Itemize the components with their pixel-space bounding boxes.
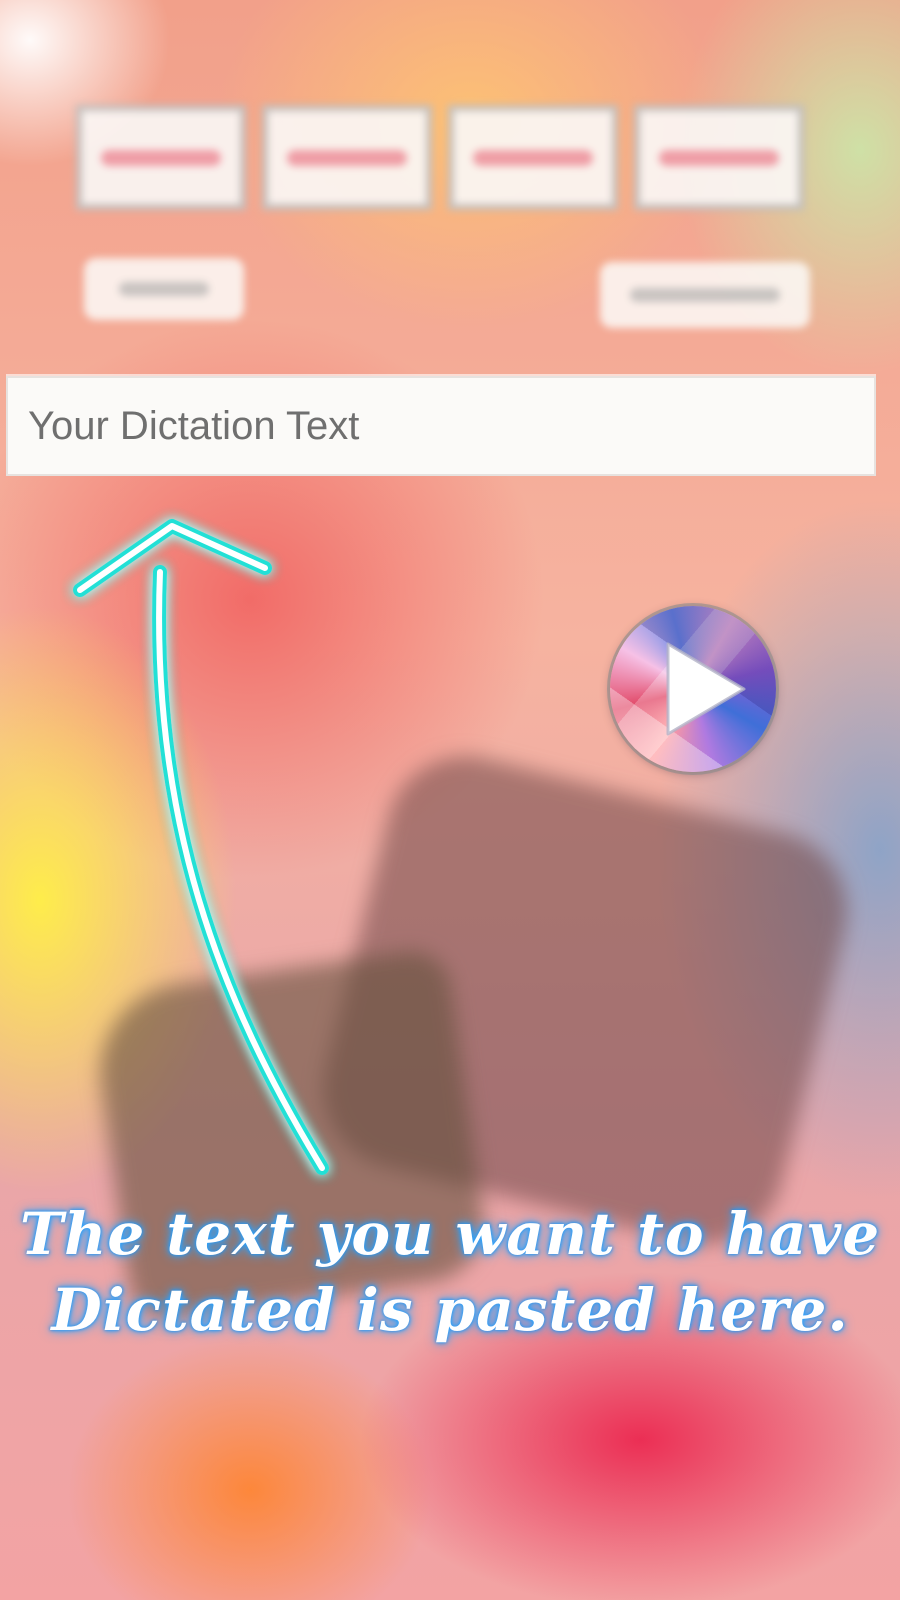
tutorial-caption-line-1: The text you want to have: [20, 1200, 881, 1268]
play-button[interactable]: [610, 606, 776, 772]
blurred-right-button: [600, 262, 810, 328]
blurred-option-chip: [634, 105, 804, 210]
blurred-option-chip: [262, 105, 432, 210]
arrow-up-icon: [73, 519, 329, 1175]
play-icon: [666, 642, 746, 736]
blurred-option-chip: [76, 105, 246, 210]
blurred-left-button: [84, 258, 244, 320]
blurred-option-chip: [448, 105, 618, 210]
blurred-controls-panel: [0, 0, 900, 360]
dictation-text-input[interactable]: [6, 376, 876, 476]
tutorial-caption-line-2: Dictated is pasted here.: [51, 1276, 849, 1344]
